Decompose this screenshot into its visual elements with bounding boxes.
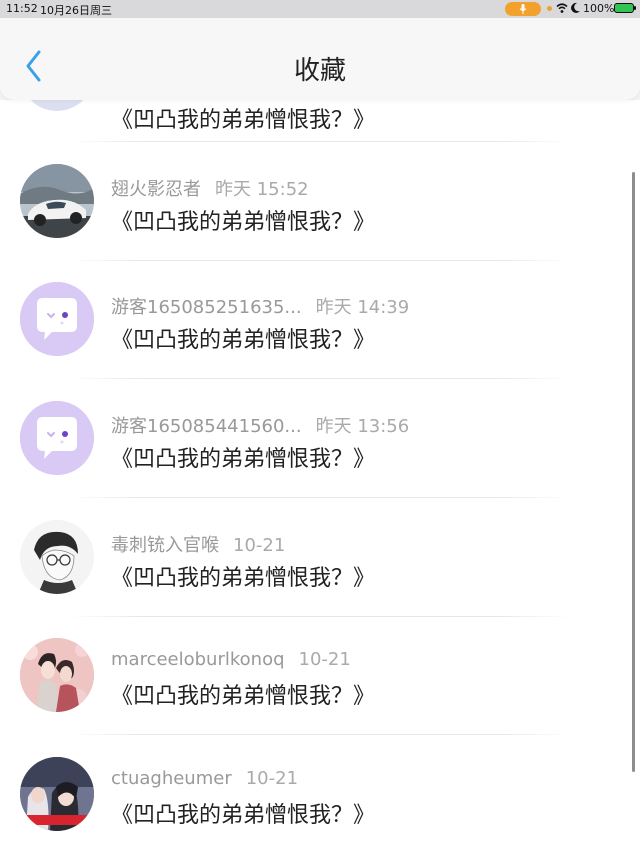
timestamp: 10-21 [245, 768, 299, 789]
timestamp: 昨天 15:52 [215, 179, 309, 200]
favorite-title[interactable]: 《凹凸我的弟弟憎恨我？》 [111, 204, 375, 236]
sketch-avatar-image [20, 520, 94, 594]
moon-icon [571, 2, 580, 13]
timestamp: 昨天 14:39 [315, 297, 410, 318]
timestamp: 昨天 13:56 [315, 416, 410, 437]
favorites-list[interactable]: 《凹凸我的弟弟憎恨我？》 翅火影忍者昨天 15:52 《凹凸我的弟弟憎恨我？》 [0, 100, 640, 853]
avatar [20, 100, 94, 111]
avatar[interactable] [20, 282, 94, 356]
item-meta: 游客165085251635... 昨天 14:39 [111, 293, 409, 319]
timestamp: 10-21 [298, 649, 351, 670]
item-meta: 毒刺铳入官喉 10-21 [111, 531, 285, 557]
mic-indicator [505, 2, 541, 16]
avatar[interactable] [20, 757, 94, 831]
default-user-icon [20, 401, 94, 475]
list-item[interactable]: ctuagheumer 10-21 《凹凸我的弟弟憎恨我？》 [0, 735, 640, 853]
username[interactable]: ctuagheumer [111, 768, 232, 789]
avatar[interactable] [20, 164, 94, 238]
battery-percent: 100% [583, 2, 615, 15]
avatar[interactable] [20, 401, 94, 475]
page-title: 收藏 [293, 56, 346, 86]
list-item[interactable]: 毒刺铳入官喉 10-21 《凹凸我的弟弟憎恨我？》 [0, 498, 640, 616]
username[interactable]: 游客165085251635... [111, 297, 302, 318]
favorite-title[interactable]: 《凹凸我的弟弟憎恨我？》 [111, 678, 375, 710]
username[interactable]: marceeloburlkonoq [111, 649, 285, 670]
mic-icon [519, 4, 527, 14]
item-meta: marceeloburlkonoq 10-21 [111, 649, 351, 670]
list-item-partial[interactable]: 《凹凸我的弟弟憎恨我？》 [0, 100, 640, 133]
item-meta: 游客165085441560... 昨天 13:56 [111, 412, 409, 438]
wifi-icon [556, 3, 568, 13]
username[interactable]: 翅火影忍者 [111, 179, 201, 200]
username[interactable]: 毒刺铳入官喉 [111, 535, 219, 556]
status-time: 11:52 [6, 2, 38, 15]
privacy-dot [547, 6, 552, 11]
battery-icon [614, 3, 636, 13]
list-item[interactable]: marceeloburlkonoq 10-21 《凹凸我的弟弟憎恨我？》 [0, 617, 640, 735]
list-item[interactable]: 游客165085441560... 昨天 13:56 《凹凸我的弟弟憎恨我？》 [0, 379, 640, 497]
item-meta: 翅火影忍者 昨天 15:52 [111, 175, 309, 201]
item-meta: ctuagheumer 10-21 [111, 768, 298, 789]
status-bar: 11:52 10月26日周三 100% [0, 0, 640, 18]
username[interactable]: 游客165085441560... [111, 416, 302, 437]
favorite-title[interactable]: 《凹凸我的弟弟憎恨我？》 [111, 560, 375, 592]
photo-avatar-image [20, 757, 94, 831]
list-item[interactable]: 游客165085251635... 昨天 14:39 《凹凸我的弟弟憎恨我？》 [0, 261, 640, 379]
couple-avatar-image [20, 638, 94, 712]
avatar[interactable] [20, 638, 94, 712]
favorite-title[interactable]: 《凹凸我的弟弟憎恨我？》 [111, 797, 375, 829]
list-item[interactable]: 翅火影忍者 昨天 15:52 《凹凸我的弟弟憎恨我？》 [0, 142, 640, 260]
timestamp: 10-21 [233, 535, 286, 556]
status-date: 10月26日周三 [40, 4, 112, 17]
nav-bar: 收藏 [0, 18, 640, 100]
favorite-title[interactable]: 《凹凸我的弟弟憎恨我？》 [111, 322, 375, 354]
favorite-title[interactable]: 《凹凸我的弟弟憎恨我？》 [111, 441, 375, 473]
scrollbar[interactable] [632, 172, 635, 772]
avatar[interactable] [20, 520, 94, 594]
favorite-title: 《凹凸我的弟弟憎恨我？》 [111, 108, 376, 133]
default-user-icon [20, 282, 94, 356]
car-avatar-image [20, 164, 94, 238]
